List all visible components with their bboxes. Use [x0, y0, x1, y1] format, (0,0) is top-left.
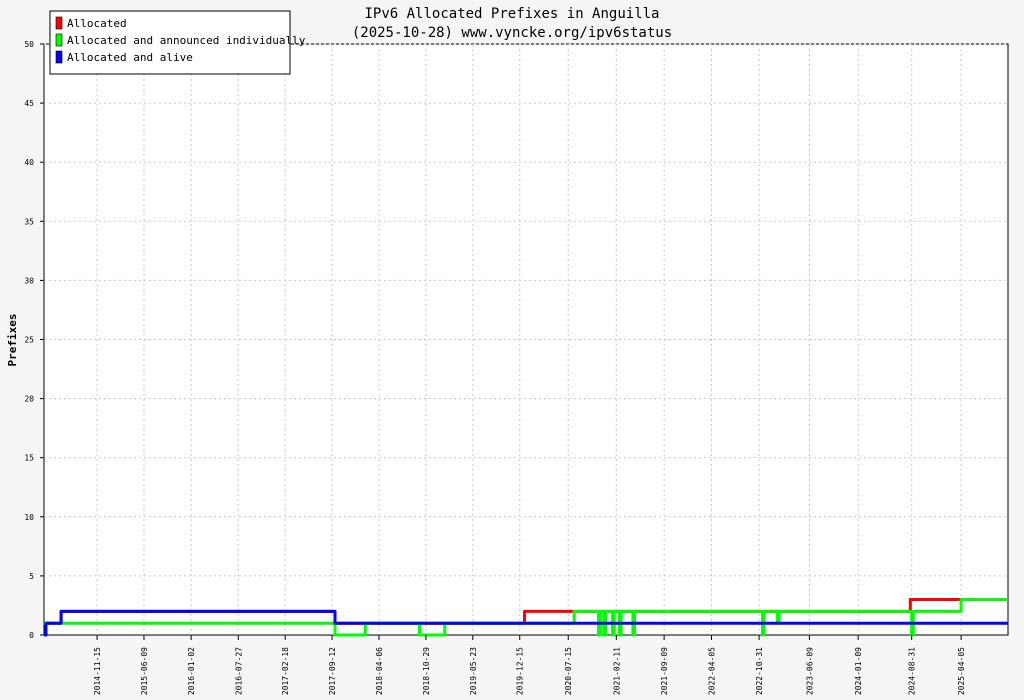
legend: Allocated Allocated and announced individ… [49, 10, 306, 75]
x-tick-label: 2016-01-02 [187, 647, 196, 695]
x-tick-label: 2024-01-09 [854, 647, 863, 695]
y-tick-label: 25 [24, 336, 34, 345]
chart-title: IPv6 Allocated Prefixes in Anguilla [364, 6, 659, 22]
legend-swatch [55, 33, 63, 47]
x-tick-label: 2018-10-29 [422, 647, 431, 695]
x-tick-label: 2023-06-09 [805, 647, 814, 695]
x-tick-label: 2022-04-05 [707, 647, 716, 695]
y-tick-label: 15 [24, 454, 34, 463]
x-tick-label: 2018-04-06 [375, 647, 384, 695]
y-axis-label: Prefixes [6, 314, 19, 367]
legend-entry: Allocated and announced individually [67, 34, 306, 47]
x-tick-label: 2020-07-15 [564, 647, 573, 695]
y-tick-label: 45 [24, 99, 34, 108]
legend-entry: Allocated [67, 17, 127, 30]
x-tick-label: 2024-08-31 [908, 647, 917, 695]
y-tick-label: 0 [29, 631, 34, 640]
x-tick-label: 2025-04-05 [957, 647, 966, 695]
y-tick-label: 35 [24, 217, 34, 226]
y-tick-label: 20 [24, 395, 34, 404]
x-tick-label: 2016-07-27 [234, 647, 243, 695]
y-tick-label: 50 [24, 40, 34, 49]
y-tick-label: 5 [29, 572, 34, 581]
y-tick-label: 10 [24, 513, 34, 522]
x-tick-label: 2022-10-31 [755, 647, 764, 695]
y-tick-label: 30 [24, 276, 34, 285]
x-tick-label: 2021-09-09 [660, 647, 669, 695]
chart-subtitle: (2025-10-28) www.vyncke.org/ipv6status [352, 25, 672, 41]
x-tick-label: 2015-06-09 [140, 647, 149, 695]
chart: 0 5 10 15 20 25 30 35 40 45 50 2014-11-15 2015-06-0… [0, 0, 1024, 700]
x-tick-label: 2019-12-15 [516, 647, 525, 695]
legend-entry: Allocated and alive [67, 51, 193, 64]
x-tick-label: 2017-02-18 [281, 647, 290, 695]
legend-swatch [55, 16, 63, 30]
legend-swatch [55, 50, 63, 64]
x-tick-label: 2017-09-12 [328, 647, 337, 695]
x-tick-label: 2014-11-15 [93, 647, 102, 695]
x-tick-label: 2019-05-23 [469, 647, 478, 695]
x-tick-label: 2021-02-11 [612, 647, 621, 695]
y-tick-label: 40 [24, 158, 34, 167]
